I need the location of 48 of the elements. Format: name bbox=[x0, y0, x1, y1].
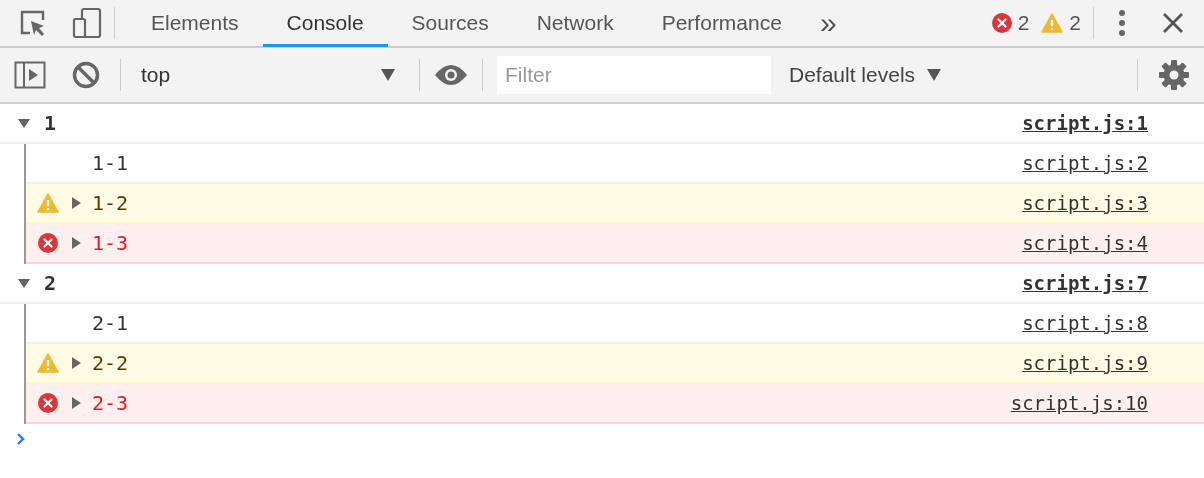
error-icon bbox=[38, 233, 58, 253]
warning-icon bbox=[37, 193, 59, 213]
source-link[interactable]: script.js:4 bbox=[1022, 232, 1148, 254]
expand-arrow-icon[interactable] bbox=[18, 277, 30, 289]
caret-icon bbox=[927, 69, 942, 81]
log-message: 2-2 bbox=[92, 351, 129, 375]
source-link[interactable]: script.js:3 bbox=[1022, 192, 1148, 214]
prompt-icon bbox=[16, 432, 26, 446]
log-message: 2-3 bbox=[92, 391, 129, 415]
source-link[interactable]: script.js:1 bbox=[1022, 112, 1148, 134]
group-label: 2 bbox=[44, 271, 57, 295]
warning-icon bbox=[37, 353, 59, 373]
filter-field[interactable]: Filter bbox=[497, 56, 771, 94]
log-message: 1-3 bbox=[92, 231, 129, 255]
panel-tab[interactable]: Network bbox=[512, 1, 638, 47]
device-toolbar-icon[interactable] bbox=[72, 7, 102, 39]
source-link[interactable]: script.js:9 bbox=[1022, 352, 1148, 374]
source-link[interactable]: script.js:2 bbox=[1022, 152, 1148, 174]
collapse-arrow-icon[interactable] bbox=[70, 357, 82, 369]
log-levels-dropdown[interactable]: Default levels bbox=[779, 63, 952, 87]
more-tabs-button[interactable]: » bbox=[805, 6, 851, 40]
collapse-arrow-icon[interactable] bbox=[70, 237, 82, 249]
panel-tab[interactable]: Sources bbox=[387, 1, 513, 47]
warning-count: 2 bbox=[1069, 11, 1081, 35]
clear-console-icon[interactable] bbox=[72, 61, 100, 89]
error-icon bbox=[38, 393, 58, 413]
source-link[interactable]: script.js:8 bbox=[1022, 312, 1148, 334]
caret-icon bbox=[381, 69, 395, 81]
more-options-icon[interactable] bbox=[1118, 9, 1126, 37]
warning-icon bbox=[1041, 13, 1064, 33]
source-link[interactable]: script.js:10 bbox=[1010, 392, 1148, 414]
source-link[interactable]: script.js:7 bbox=[1022, 272, 1148, 294]
log-message: 1-2 bbox=[92, 191, 129, 215]
close-icon[interactable] bbox=[1162, 12, 1184, 34]
panel-tab[interactable]: Elements bbox=[127, 1, 263, 47]
sidebar-toggle-icon[interactable] bbox=[14, 61, 46, 89]
collapse-arrow-icon[interactable] bbox=[70, 397, 82, 409]
expand-arrow-icon[interactable] bbox=[18, 117, 30, 129]
context-selector[interactable]: top bbox=[125, 55, 405, 95]
collapse-arrow-icon[interactable] bbox=[70, 197, 82, 209]
settings-icon[interactable] bbox=[1158, 59, 1190, 91]
log-message: 1-1 bbox=[92, 151, 129, 175]
error-icon bbox=[991, 13, 1012, 33]
live-expression-icon[interactable] bbox=[434, 64, 468, 86]
panel-tab[interactable]: Performance bbox=[637, 1, 806, 47]
group-label: 1 bbox=[44, 111, 57, 135]
error-count: 2 bbox=[1017, 11, 1030, 35]
log-message: 2-1 bbox=[92, 311, 129, 335]
